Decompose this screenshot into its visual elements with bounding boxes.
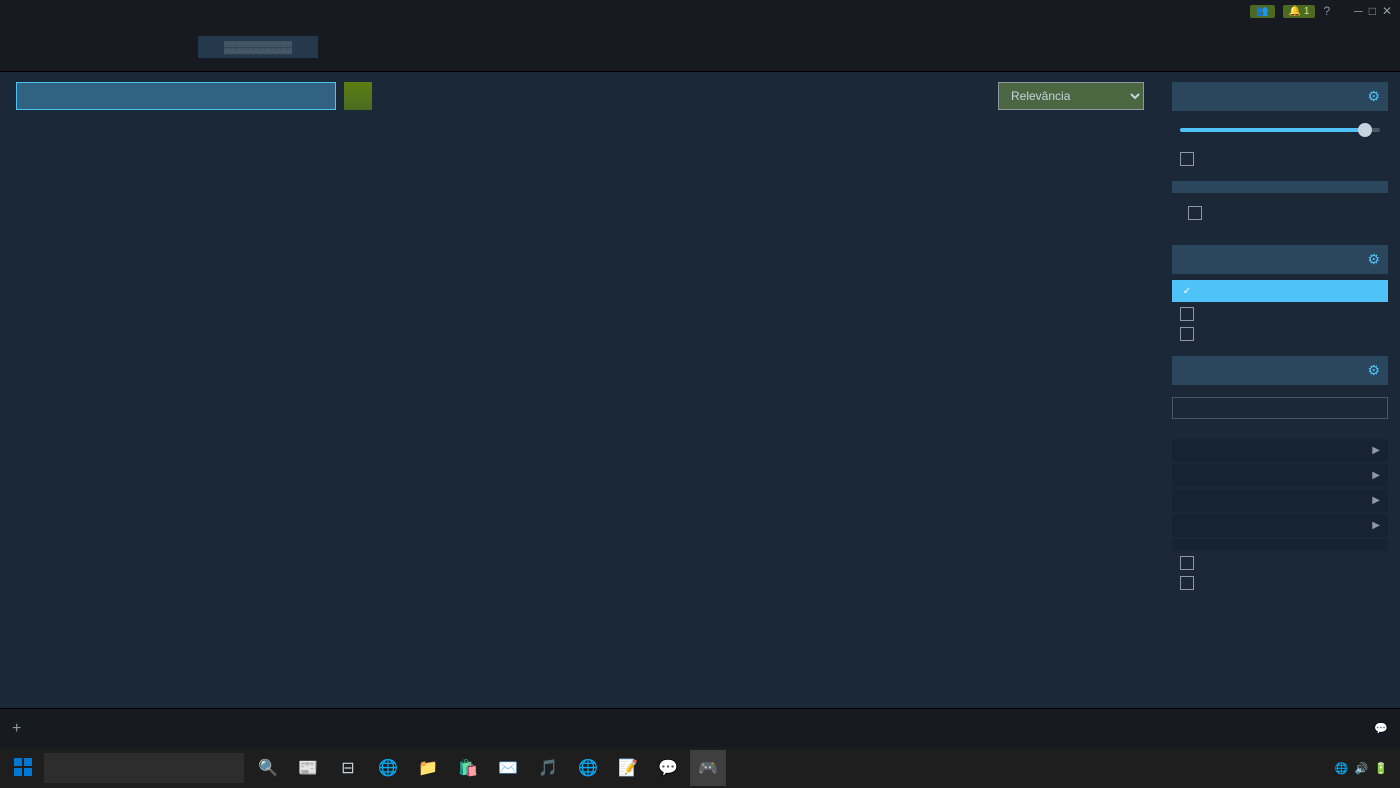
notification-button[interactable]: 🔔 1: [1283, 5, 1316, 18]
marker-see-all[interactable]: [1172, 421, 1388, 427]
sort-select[interactable]: Relevância Data de lançamento Nome Menor…: [998, 82, 1144, 110]
volume-icon[interactable]: 🔊: [1355, 762, 1369, 775]
vr-filter[interactable]: ▶: [1172, 514, 1388, 537]
steam-top-bar: 👥 🔔 1 ? ─ □ ✕: [0, 0, 1400, 22]
taskbar-widgets-icon[interactable]: 📰: [290, 750, 326, 786]
taskbar-search-icon[interactable]: 🔍: [250, 750, 286, 786]
close-button[interactable]: ✕: [1382, 4, 1392, 18]
main-area: Relevância Data de lançamento Nome Menor…: [0, 72, 1400, 708]
forward-button[interactable]: [24, 43, 32, 51]
price-filter-header: ⚙: [1172, 82, 1388, 111]
search-bar-row: Relevância Data de lançamento Nome Menor…: [16, 82, 1144, 110]
start-button[interactable]: [4, 752, 42, 785]
search-area: Relevância Data de lançamento Nome Menor…: [0, 72, 1160, 708]
nav-bar: ▒▒▒▒▒▒▒▒: [0, 22, 1400, 72]
taskbar-chrome-icon[interactable]: 🌐: [570, 750, 606, 786]
nav-user-panel: ▒▒▒▒▒▒▒▒: [198, 36, 318, 58]
add-game-button[interactable]: +: [12, 720, 27, 738]
special-offers-checkbox[interactable]: [1180, 152, 1194, 166]
taskbar-multitask-icon[interactable]: ⊟: [330, 750, 366, 786]
nav-link-community[interactable]: [126, 31, 158, 63]
language-filter-header: [1172, 181, 1388, 193]
right-sidebar: ⚙: [1160, 72, 1400, 708]
price-slider-container: [1172, 117, 1388, 149]
marker-filter-header: ⚙: [1172, 356, 1388, 385]
hide-library-item[interactable]: [1172, 304, 1388, 324]
top-right-controls: 👥 🔔 1 ? ─ □ ✕: [1250, 4, 1392, 18]
nav-links: [62, 31, 158, 63]
os-macos-checkbox[interactable]: [1180, 576, 1194, 590]
hide-ignored-item[interactable]: [1172, 280, 1388, 302]
language-pt-checkbox[interactable]: [1188, 206, 1202, 220]
maximize-button[interactable]: □: [1369, 4, 1376, 18]
taskbar-mail-icon[interactable]: ✉️: [490, 750, 526, 786]
taskbar-spotify-icon[interactable]: 🎵: [530, 750, 566, 786]
search-input[interactable]: [16, 82, 336, 110]
player-count-expand-icon: ▶: [1372, 470, 1380, 481]
os-macos-item[interactable]: [1172, 573, 1388, 593]
marker-filter-section: ⚙: [1172, 356, 1388, 427]
player-count-filter[interactable]: ▶: [1172, 464, 1388, 487]
price-gear-icon[interactable]: ⚙: [1367, 88, 1380, 105]
price-filter-section: ⚙: [1172, 82, 1388, 169]
taskbar-vscode-icon[interactable]: 📝: [610, 750, 646, 786]
marker-gear-icon[interactable]: ⚙: [1367, 362, 1380, 379]
os-filter-header: [1172, 539, 1388, 551]
type-filter[interactable]: ▶: [1172, 439, 1388, 462]
help-icon[interactable]: ?: [1323, 4, 1330, 18]
resource-filter[interactable]: ▶: [1172, 489, 1388, 512]
os-windows-checkbox[interactable]: [1180, 556, 1194, 570]
notification-icon: 🔔: [1289, 6, 1301, 17]
resource-expand-icon: ▶: [1372, 495, 1380, 506]
taskbar-icons: 🔍 📰 ⊟ 🌐 📁 🛍️ ✉️ 🎵 🌐 📝 💬 🎮: [250, 750, 726, 786]
hide-library-checkbox[interactable]: [1180, 307, 1194, 321]
language-filter-section: [1172, 181, 1388, 233]
taskbar-store-icon[interactable]: 🛍️: [450, 750, 486, 786]
taskbar: 🔍 📰 ⊟ 🌐 📁 🛍️ ✉️ 🎵 🌐 📝 💬 🎮 🌐 🔊 🔋: [0, 748, 1400, 788]
hide-wishlist-item[interactable]: [1172, 324, 1388, 344]
friends-chat-button[interactable]: 💬: [1370, 722, 1388, 735]
taskbar-steam-icon[interactable]: 🎮: [690, 750, 726, 786]
notification-count: 1: [1304, 6, 1310, 17]
nav-link-library[interactable]: [94, 31, 126, 63]
type-expand-icon: ▶: [1372, 445, 1380, 456]
taskbar-search[interactable]: [44, 753, 244, 783]
language-see-all[interactable]: [1172, 227, 1388, 233]
special-offers-item[interactable]: [1172, 149, 1388, 169]
price-slider-thumb[interactable]: [1358, 123, 1372, 137]
nav-username-blurred: ▒▒▒▒▒▒▒▒: [198, 36, 318, 58]
taskbar-edge-icon[interactable]: 🌐: [370, 750, 406, 786]
vr-expand-icon: ▶: [1372, 520, 1380, 531]
nav-link-store[interactable]: [62, 31, 94, 63]
add-game-icon: +: [12, 720, 21, 738]
taskbar-right: 🌐 🔊 🔋: [1329, 762, 1396, 775]
preferences-gear-icon[interactable]: ⚙: [1367, 251, 1380, 268]
battery-icon: 🔋: [1374, 762, 1388, 775]
preferences-filter-section: ⚙: [1172, 245, 1388, 344]
back-button[interactable]: [12, 43, 20, 51]
friends-icon: 👥: [1256, 6, 1268, 17]
language-options: [1172, 199, 1388, 227]
friends-button[interactable]: 👥: [1250, 5, 1274, 18]
hide-wishlist-checkbox[interactable]: [1180, 327, 1194, 341]
language-pt-item[interactable]: [1180, 203, 1380, 223]
marker-search-input[interactable]: [1172, 397, 1388, 419]
system-tray: 🌐 🔊 🔋: [1329, 762, 1388, 775]
sort-section: Relevância Data de lançamento Nome Menor…: [990, 82, 1144, 110]
os-windows-item[interactable]: [1172, 553, 1388, 573]
hide-ignored-checkbox[interactable]: [1180, 284, 1194, 298]
taskbar-discord-icon[interactable]: 💬: [650, 750, 686, 786]
search-button[interactable]: [344, 82, 372, 110]
bottom-bar: + 💬: [0, 708, 1400, 748]
marker-items: [1172, 391, 1388, 395]
preferences-filter-header: ⚙: [1172, 245, 1388, 274]
network-icon: 🌐: [1335, 762, 1349, 775]
friends-chat-icon: 💬: [1374, 722, 1388, 735]
taskbar-folder-icon[interactable]: 📁: [410, 750, 446, 786]
minimize-button[interactable]: ─: [1354, 4, 1363, 18]
nav-arrows: [12, 43, 32, 51]
window-controls: ─ □ ✕: [1354, 4, 1392, 18]
